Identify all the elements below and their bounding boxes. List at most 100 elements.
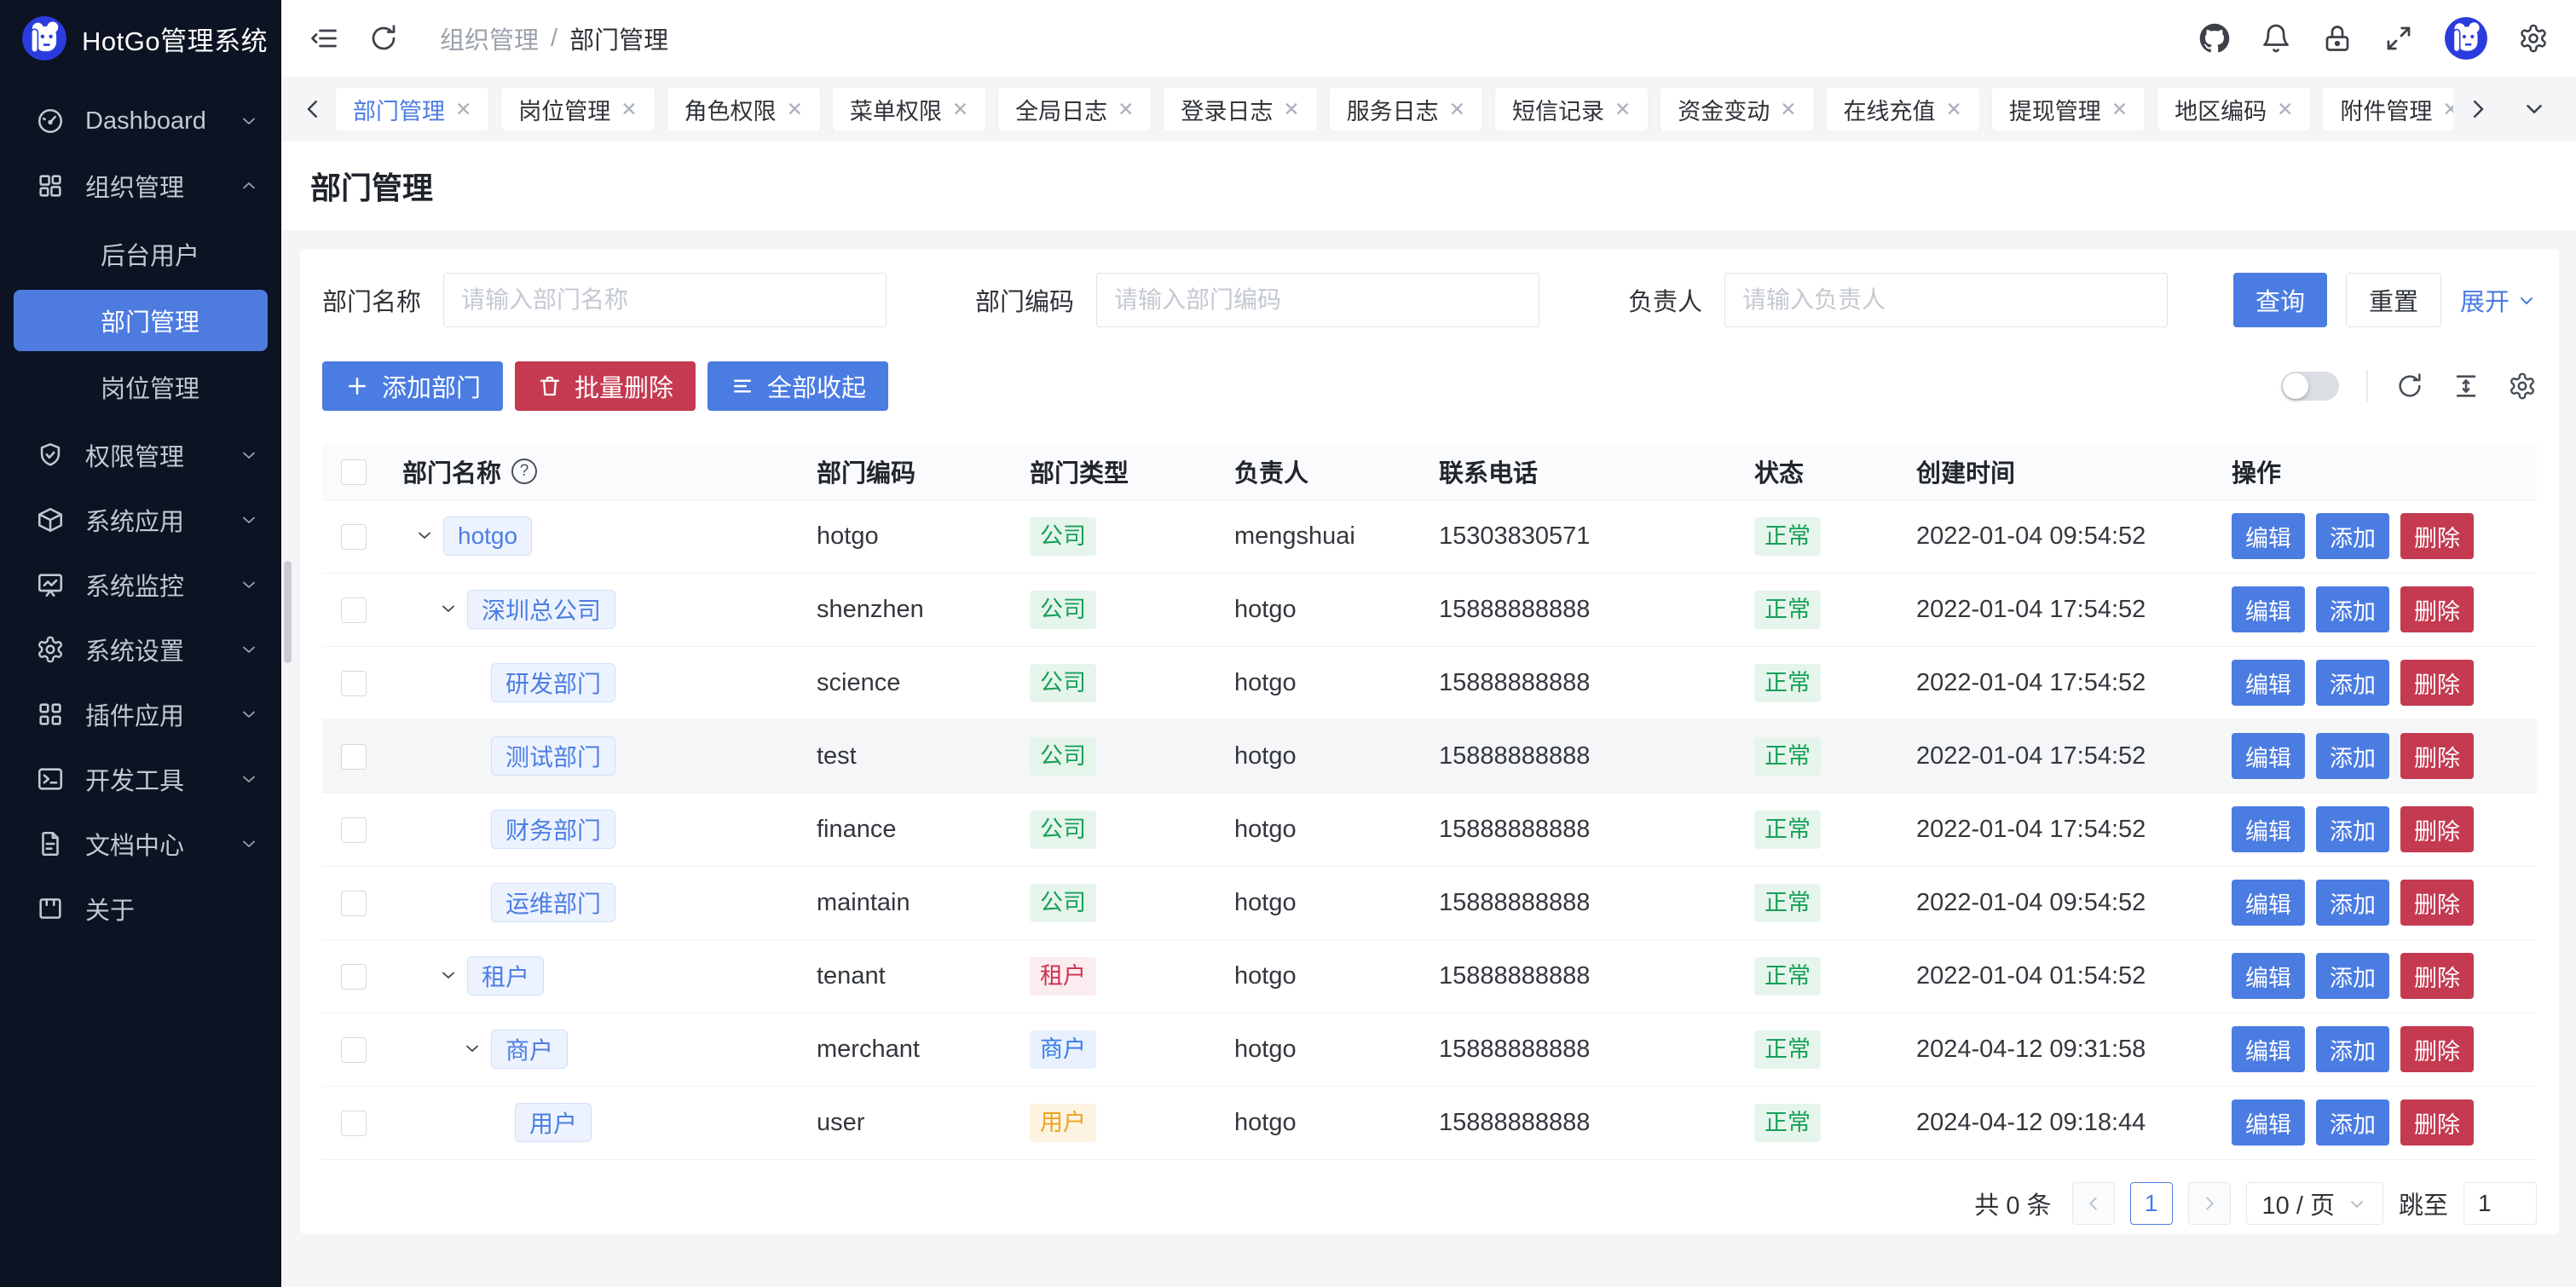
tab-close-icon[interactable]: ✕ (2442, 100, 2453, 119)
collapse-sidebar-icon[interactable] (309, 23, 339, 54)
sidebar-item-1[interactable]: 组织管理 (0, 153, 281, 218)
fullscreen-icon[interactable] (2383, 23, 2414, 54)
delete-button[interactable]: 删除 (2400, 586, 2474, 632)
jump-to-page-input[interactable] (2463, 1182, 2537, 1225)
delete-button[interactable]: 删除 (2400, 880, 2474, 926)
tab-1[interactable]: 岗位管理✕ (501, 88, 654, 130)
sidebar-subitem[interactable]: 部门管理 (14, 290, 268, 351)
edit-button[interactable]: 编辑 (2232, 1026, 2305, 1072)
breadcrumb-parent[interactable]: 组织管理 (440, 20, 539, 56)
row-checkbox[interactable] (341, 964, 367, 990)
delete-button[interactable]: 删除 (2400, 806, 2474, 852)
tab-close-icon[interactable]: ✕ (1946, 100, 1962, 119)
add-department-button[interactable]: 添加部门 (322, 361, 503, 411)
tab-close-icon[interactable]: ✕ (787, 100, 803, 119)
add-button[interactable]: 添加 (2316, 586, 2389, 632)
expand-filters-link[interactable]: 展开 (2460, 282, 2537, 318)
sidebar-item-9[interactable]: 关于 (0, 876, 281, 941)
edit-button[interactable]: 编辑 (2232, 1099, 2305, 1146)
tab-11[interactable]: 地区编码✕ (2157, 88, 2310, 130)
tab-3[interactable]: 菜单权限✕ (833, 88, 985, 130)
filter-input-2[interactable] (1724, 273, 2168, 327)
edit-button[interactable]: 编辑 (2232, 880, 2305, 926)
tab-close-icon[interactable]: ✕ (2277, 100, 2293, 119)
tab-close-icon[interactable]: ✕ (455, 100, 471, 119)
tab-close-icon[interactable]: ✕ (1614, 100, 1631, 119)
tab-close-icon[interactable]: ✕ (1283, 100, 1299, 119)
row-checkbox[interactable] (341, 524, 367, 550)
edit-button[interactable]: 编辑 (2232, 953, 2305, 999)
edit-button[interactable]: 编辑 (2232, 660, 2305, 706)
pagination-next-button[interactable] (2188, 1182, 2231, 1225)
add-button[interactable]: 添加 (2316, 1026, 2389, 1072)
tab-close-icon[interactable]: ✕ (1780, 100, 1796, 119)
delete-button[interactable]: 删除 (2400, 660, 2474, 706)
tabs-dropdown-icon[interactable] (2521, 96, 2547, 122)
add-button[interactable]: 添加 (2316, 880, 2389, 926)
reload-table-icon[interactable] (2395, 372, 2424, 401)
tab-close-icon[interactable]: ✕ (621, 100, 637, 119)
row-checkbox[interactable] (341, 1037, 367, 1063)
collapse-all-button[interactable]: 全部收起 (708, 361, 888, 411)
pagination-page-1-button[interactable]: 1 (2130, 1182, 2173, 1225)
striped-toggle-switch[interactable] (2281, 372, 2339, 401)
add-button[interactable]: 添加 (2316, 953, 2389, 999)
row-checkbox[interactable] (341, 744, 367, 770)
select-all-checkbox[interactable] (341, 459, 367, 485)
reset-button[interactable]: 重置 (2346, 273, 2441, 327)
sidebar-item-8[interactable]: 文档中心 (0, 811, 281, 876)
sidebar-item-2[interactable]: 权限管理 (0, 423, 281, 488)
lock-screen-icon[interactable] (2322, 23, 2353, 54)
delete-button[interactable]: 删除 (2400, 953, 2474, 999)
tab-9[interactable]: 在线充值✕ (1827, 88, 1979, 130)
page-size-select[interactable]: 10 / 页 (2246, 1182, 2383, 1225)
sidebar-item-4[interactable]: 系统监控 (0, 552, 281, 617)
filter-input-1[interactable] (1096, 273, 1539, 327)
expand-row-icon[interactable] (438, 598, 467, 620)
add-button[interactable]: 添加 (2316, 806, 2389, 852)
tab-12[interactable]: 附件管理✕ (2323, 88, 2453, 130)
add-button[interactable]: 添加 (2316, 660, 2389, 706)
row-checkbox[interactable] (341, 817, 367, 843)
delete-button[interactable]: 删除 (2400, 1026, 2474, 1072)
row-checkbox[interactable] (341, 891, 367, 916)
delete-button[interactable]: 删除 (2400, 513, 2474, 559)
expand-row-icon[interactable] (438, 965, 467, 987)
edit-button[interactable]: 编辑 (2232, 513, 2305, 559)
refresh-page-icon[interactable] (368, 23, 399, 54)
tab-8[interactable]: 资金变动✕ (1661, 88, 1813, 130)
sidebar-item-3[interactable]: 系统应用 (0, 488, 281, 552)
tab-close-icon[interactable]: ✕ (2111, 100, 2128, 119)
row-checkbox[interactable] (341, 597, 367, 623)
edit-button[interactable]: 编辑 (2232, 733, 2305, 779)
tab-close-icon[interactable]: ✕ (1118, 100, 1134, 119)
row-checkbox[interactable] (341, 671, 367, 696)
tab-close-icon[interactable]: ✕ (952, 100, 968, 119)
column-settings-gear-icon[interactable] (2508, 372, 2537, 401)
sidebar-subitem[interactable]: 岗位管理 (14, 356, 268, 418)
tab-2[interactable]: 角色权限✕ (667, 88, 820, 130)
filter-input-0[interactable] (443, 273, 887, 327)
add-button[interactable]: 添加 (2316, 733, 2389, 779)
add-button[interactable]: 添加 (2316, 513, 2389, 559)
tab-close-icon[interactable]: ✕ (1449, 100, 1465, 119)
sidebar-item-5[interactable]: 系统设置 (0, 617, 281, 682)
settings-gear-icon[interactable] (2518, 23, 2549, 54)
edit-button[interactable]: 编辑 (2232, 586, 2305, 632)
batch-delete-button[interactable]: 批量删除 (515, 361, 696, 411)
delete-button[interactable]: 删除 (2400, 733, 2474, 779)
sidebar-logo-row[interactable]: HotGo管理系统 (0, 0, 281, 77)
sidebar-item-7[interactable]: 开发工具 (0, 747, 281, 811)
add-button[interactable]: 添加 (2316, 1099, 2389, 1146)
tab-7[interactable]: 短信记录✕ (1495, 88, 1648, 130)
expand-row-icon[interactable] (462, 1038, 491, 1060)
sidebar-subitem[interactable]: 后台用户 (14, 223, 268, 285)
tab-5[interactable]: 登录日志✕ (1164, 88, 1316, 130)
vertical-scrollbar[interactable] (284, 561, 292, 663)
delete-button[interactable]: 删除 (2400, 1099, 2474, 1146)
row-density-icon[interactable] (2452, 372, 2481, 401)
search-button[interactable]: 查询 (2233, 273, 2327, 327)
sidebar-item-6[interactable]: 插件应用 (0, 682, 281, 747)
row-checkbox[interactable] (341, 1111, 367, 1136)
edit-button[interactable]: 编辑 (2232, 806, 2305, 852)
